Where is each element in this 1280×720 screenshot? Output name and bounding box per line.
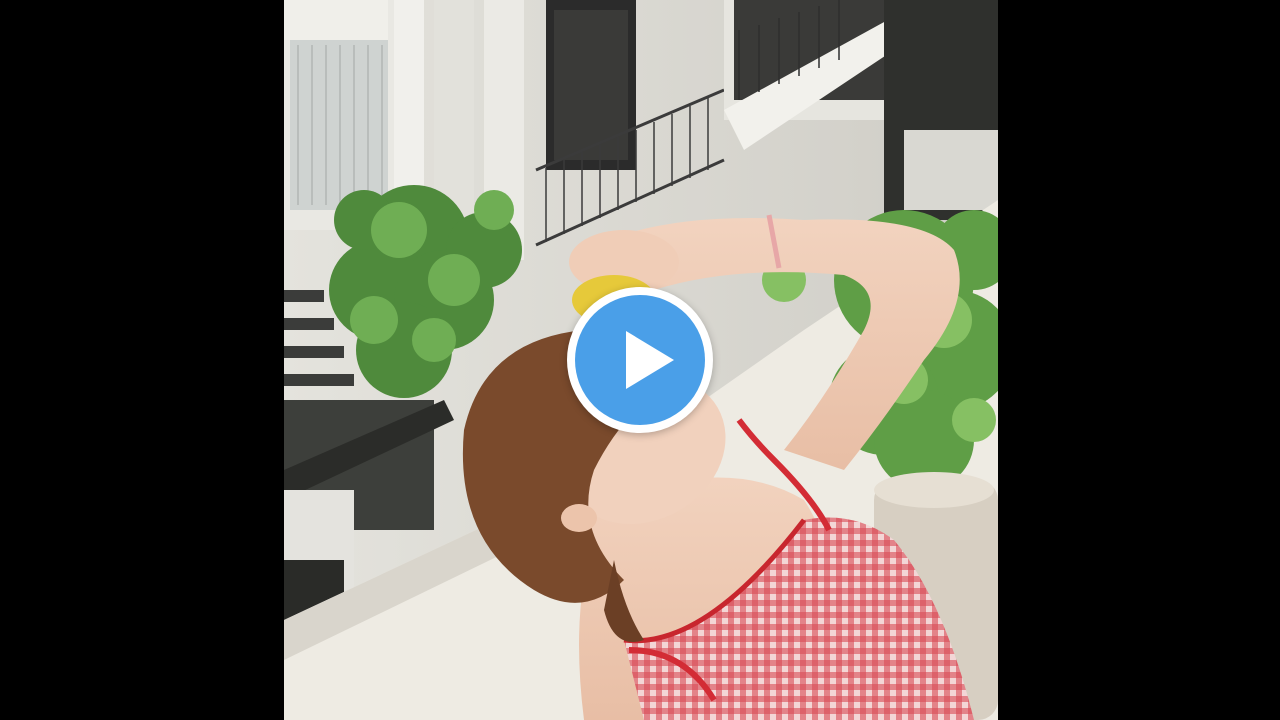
play-button-circle[interactable] xyxy=(575,295,705,425)
play-icon[interactable] xyxy=(575,295,705,425)
play-button[interactable] xyxy=(567,287,713,433)
video-player[interactable] xyxy=(0,0,1280,720)
